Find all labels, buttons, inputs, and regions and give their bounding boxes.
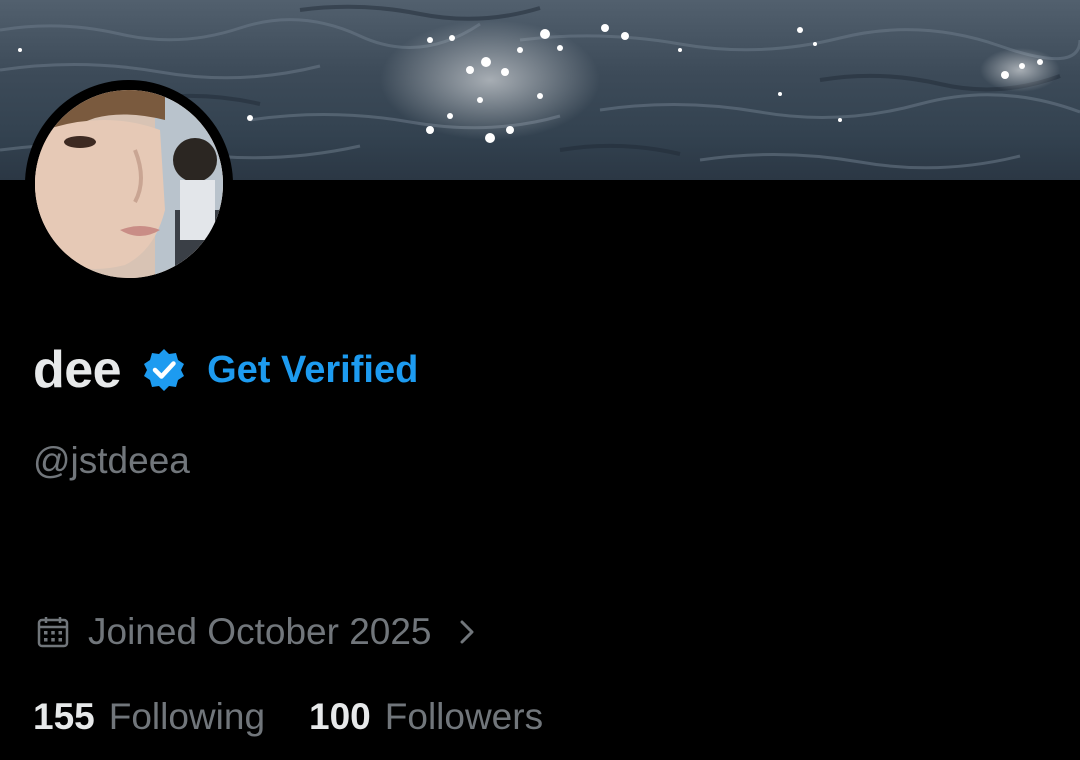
following-label: Following xyxy=(108,696,266,737)
follow-stats-row: 155 Following 100 Followers xyxy=(33,694,543,740)
profile-handle: @jstdeea xyxy=(33,440,190,481)
verified-badge-icon[interactable] xyxy=(141,347,187,393)
joined-date-text: Joined October 2025 xyxy=(88,611,432,652)
followers-count: 100 xyxy=(309,696,371,737)
avatar-ring xyxy=(25,80,233,288)
calendar-icon xyxy=(36,615,70,649)
followers-stat-link[interactable]: 100 Followers xyxy=(309,696,543,738)
avatar-photo xyxy=(35,90,223,278)
followers-label: Followers xyxy=(384,696,544,737)
profile-name-row: dee Get Verified xyxy=(33,338,418,402)
chevron-right-icon[interactable] xyxy=(454,615,480,649)
following-count: 155 xyxy=(33,696,95,737)
following-stat-link[interactable]: 155 Following xyxy=(33,696,265,738)
display-name: dee xyxy=(33,341,122,399)
joined-date-row[interactable]: Joined October 2025 xyxy=(36,610,480,654)
get-verified-link[interactable]: Get Verified xyxy=(207,349,418,392)
profile-avatar[interactable] xyxy=(35,90,223,278)
